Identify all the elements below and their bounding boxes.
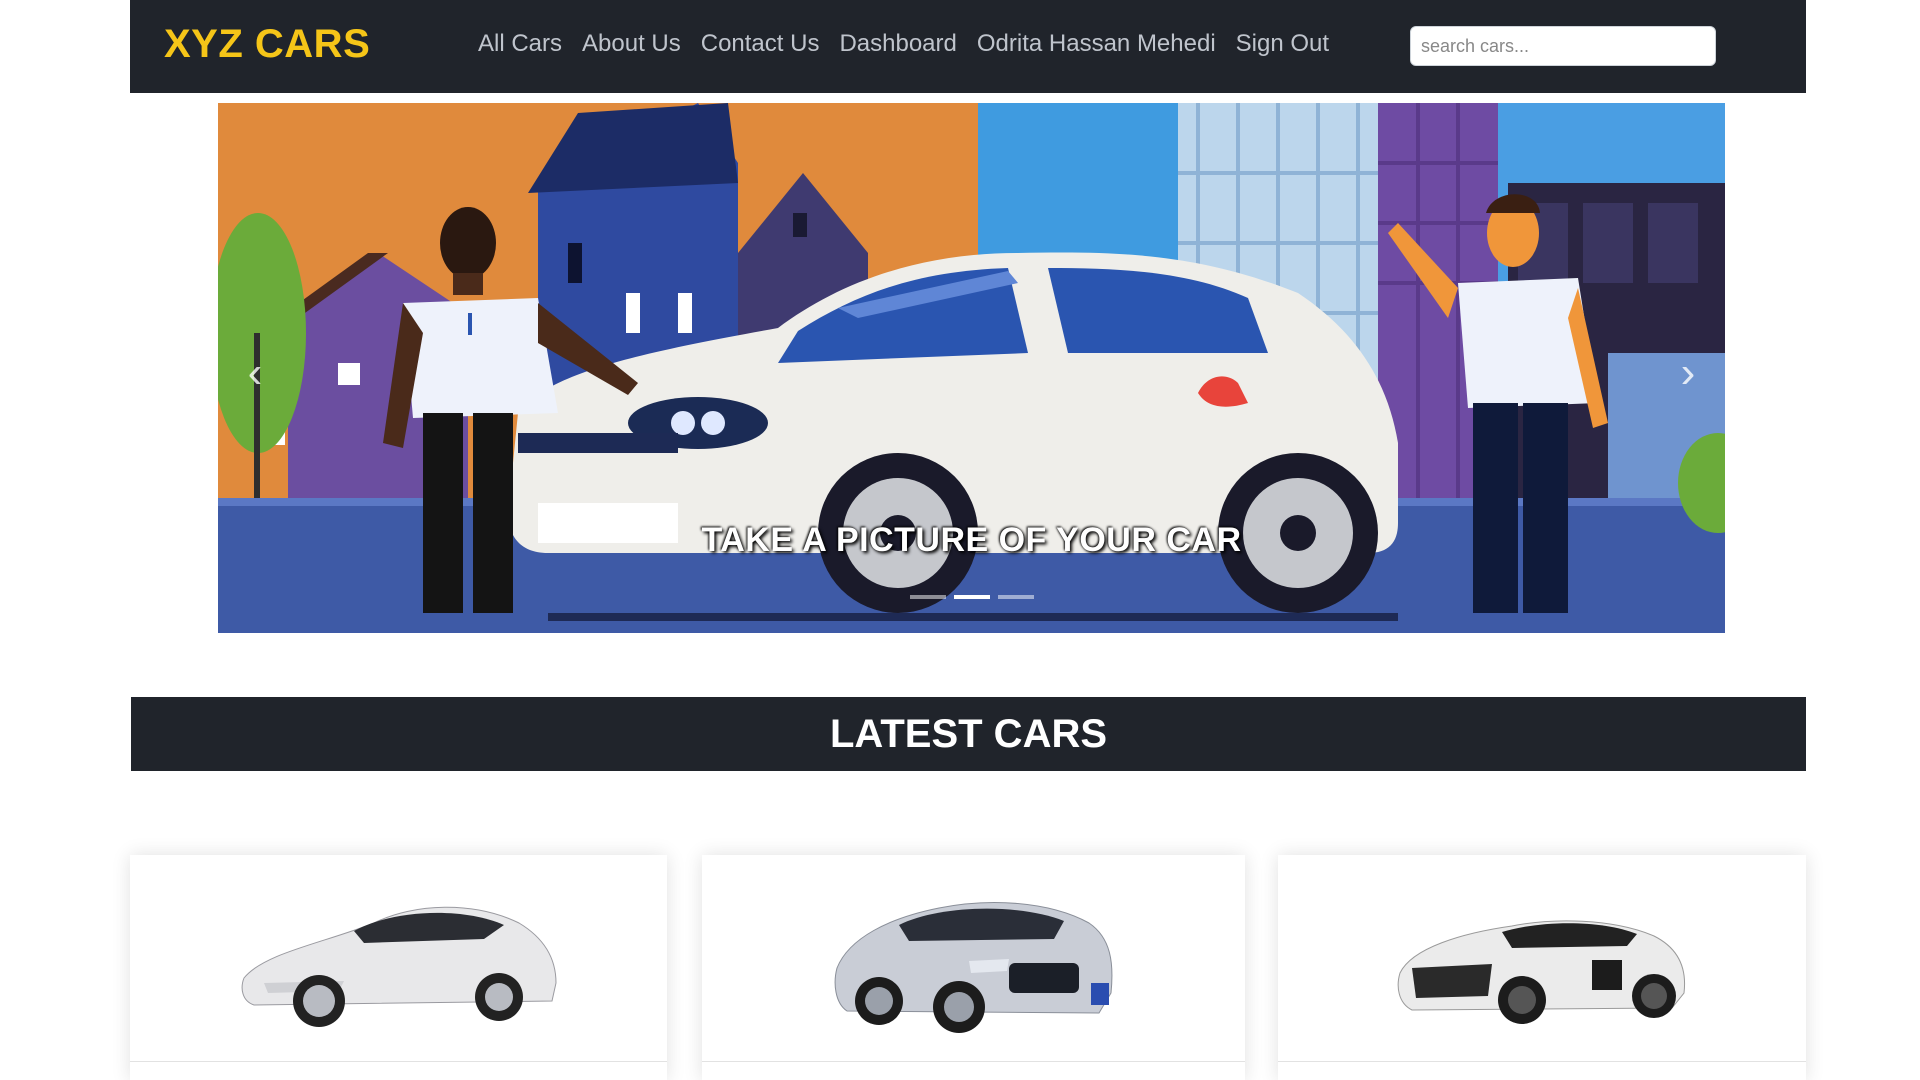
- card-divider: [1278, 1061, 1806, 1062]
- page: XYZ CARS All Cars About Us Contact Us Da…: [0, 0, 1920, 1080]
- silver-sedan-image: [834, 902, 1112, 1033]
- nav-link-contact-us[interactable]: Contact Us: [691, 30, 830, 58]
- carousel-indicator-1[interactable]: [909, 595, 946, 599]
- nav-link-user-profile[interactable]: Odrita Hassan Mehedi: [967, 30, 1226, 58]
- navbar: XYZ CARS All Cars About Us Contact Us Da…: [130, 0, 1806, 93]
- brand-logo[interactable]: XYZ CARS: [164, 22, 370, 67]
- carousel-next-button[interactable]: ›: [1663, 343, 1713, 403]
- white-sedan-image: [241, 906, 557, 1027]
- search-input[interactable]: [1410, 26, 1716, 66]
- nav-link-dashboard[interactable]: Dashboard: [829, 30, 966, 58]
- carousel-indicator-2[interactable]: [953, 595, 990, 599]
- white-sports-car-image: [1397, 920, 1686, 1024]
- card-divider: [130, 1061, 667, 1062]
- car-image[interactable]: [130, 855, 667, 1061]
- chevron-right-icon: ›: [1680, 348, 1696, 397]
- hero-carousel: ‹ › TAKE A PICTURE OF YOUR CAR: [218, 103, 1725, 633]
- car-card[interactable]: [702, 855, 1245, 1080]
- chevron-left-icon: ‹: [247, 348, 263, 397]
- carousel-indicator-3[interactable]: [997, 595, 1034, 599]
- nav-link-about-us[interactable]: About Us: [572, 30, 691, 58]
- nav-link-all-cars[interactable]: All Cars: [468, 30, 572, 58]
- car-image[interactable]: [1278, 855, 1806, 1061]
- nav-link-sign-out[interactable]: Sign Out: [1226, 30, 1339, 58]
- card-divider: [702, 1061, 1245, 1062]
- car-card[interactable]: [1278, 855, 1806, 1080]
- carousel-caption: TAKE A PICTURE OF YOUR CAR: [701, 521, 1242, 559]
- latest-cars-heading: LATEST CARS: [131, 697, 1806, 771]
- nav-links: All Cars About Us Contact Us Dashboard O…: [468, 30, 1339, 58]
- car-card[interactable]: [130, 855, 667, 1080]
- car-image[interactable]: [702, 855, 1245, 1061]
- carousel-prev-button[interactable]: ‹: [230, 343, 280, 403]
- car-card-list: [130, 855, 1806, 1080]
- carousel-indicators: [218, 595, 1725, 599]
